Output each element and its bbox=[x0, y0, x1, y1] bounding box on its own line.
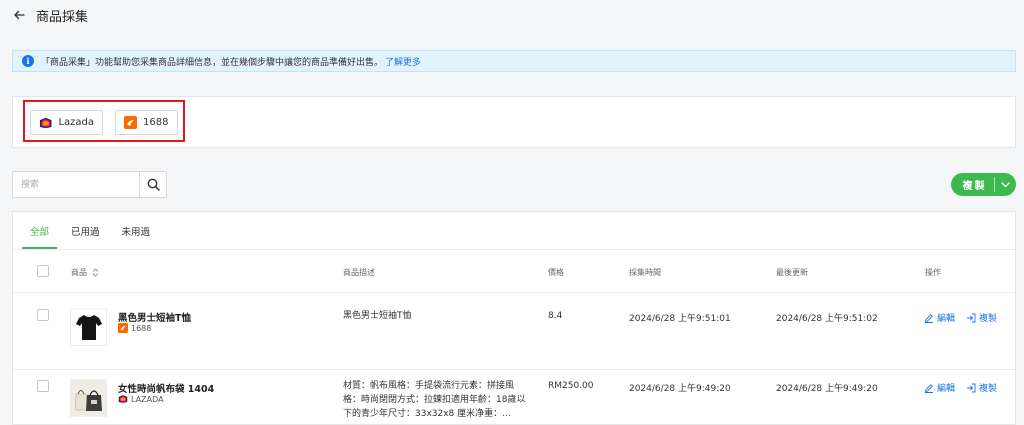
banner-text: 「商品采集」功能幫助您采集商品詳細信息，並在幾個步驟中讓您的商品準備好出售。 bbox=[41, 57, 384, 68]
tab-all[interactable]: 全部 bbox=[22, 224, 58, 249]
product-price: 8.4 bbox=[548, 311, 563, 321]
tab-unused[interactable]: 未用過 bbox=[114, 224, 159, 249]
row-checkbox[interactable] bbox=[37, 380, 49, 392]
back-arrow-icon[interactable] bbox=[12, 8, 26, 22]
product-description: 材質：帆布風格：手提袋流行元素：拼接風格：時尚閉閉方式：拉鍊扣適用年齡：18歲以… bbox=[343, 381, 526, 419]
source-label-lazada: Lazada bbox=[58, 117, 94, 128]
select-all-checkbox[interactable] bbox=[37, 265, 49, 277]
column-header-actions: 操作 bbox=[925, 268, 941, 277]
search-button[interactable] bbox=[139, 172, 166, 197]
row-divider bbox=[13, 369, 1015, 370]
column-header-product[interactable]: 商品 bbox=[71, 267, 99, 278]
copy-dropdown-button[interactable] bbox=[995, 173, 1016, 196]
info-banner: i 「商品采集」功能幫助您采集商品詳細信息，並在幾個步驟中讓您的商品準備好出售。… bbox=[12, 50, 1016, 72]
copy-row-button[interactable]: 複製 bbox=[966, 311, 997, 324]
source-panel: Lazada 1688 bbox=[12, 96, 1016, 148]
column-header-updated: 最後更新 bbox=[776, 268, 808, 277]
product-source-label: LAZADA bbox=[131, 394, 164, 404]
lazada-logo-icon bbox=[39, 117, 52, 128]
product-description: 黑色男士短袖T恤 bbox=[343, 311, 412, 321]
product-price: RM250.00 bbox=[548, 381, 594, 391]
copy-button[interactable]: 複製 bbox=[951, 173, 994, 196]
updated-time: 2024/6/28 上午9:51:02 bbox=[776, 314, 878, 324]
product-name[interactable]: 女性時尚帆布袋 1404 bbox=[118, 381, 214, 395]
canvas-bag-image bbox=[71, 380, 106, 416]
column-header-collected: 採集時間 bbox=[629, 268, 661, 277]
sort-icon bbox=[92, 268, 99, 277]
column-header-description: 商品描述 bbox=[343, 268, 375, 277]
product-name[interactable]: 黑色男士短袖T恤 bbox=[118, 310, 191, 324]
copy-label: 複製 bbox=[979, 314, 998, 324]
source-button-lazada[interactable]: Lazada bbox=[30, 110, 103, 135]
row-checkbox[interactable] bbox=[37, 309, 49, 321]
tab-divider bbox=[13, 249, 1015, 250]
edit-label: 編輯 bbox=[937, 384, 956, 394]
column-header-price: 價格 bbox=[548, 268, 564, 277]
copy-row-button[interactable]: 複製 bbox=[966, 381, 997, 394]
product-source: 1688 bbox=[118, 323, 151, 333]
edit-icon bbox=[924, 383, 933, 393]
logo-1688-icon bbox=[118, 323, 128, 333]
learn-more-link[interactable]: 了解更多 bbox=[385, 55, 421, 68]
product-source: LAZADA bbox=[118, 394, 164, 404]
edit-button[interactable]: 編輯 bbox=[924, 311, 955, 324]
copy-label: 複製 bbox=[979, 384, 998, 394]
filter-tabs: 全部 已用過 未用過 bbox=[22, 224, 164, 249]
page-header: 商品採集 bbox=[0, 0, 1024, 30]
collected-time: 2024/6/28 上午9:51:01 bbox=[629, 314, 731, 324]
header-divider bbox=[13, 292, 1015, 293]
product-table-card: 全部 已用過 未用過 商品 商品描述 價格 採集時間 最後更新 操作 黑色男士短… bbox=[12, 211, 1016, 425]
product-thumbnail bbox=[70, 308, 107, 346]
source-label-1688: 1688 bbox=[143, 117, 169, 128]
column-label-product: 商品 bbox=[71, 268, 87, 277]
search-box bbox=[12, 171, 167, 198]
edit-label: 編輯 bbox=[937, 314, 956, 324]
logo-1688-icon bbox=[124, 116, 137, 129]
copy-arrow-icon bbox=[967, 383, 976, 392]
tshirt-image bbox=[75, 315, 102, 340]
source-button-1688[interactable]: 1688 bbox=[115, 110, 178, 135]
lazada-logo-icon bbox=[118, 395, 128, 403]
copy-split-button: 複製 bbox=[951, 173, 1016, 196]
info-icon: i bbox=[22, 55, 34, 67]
chevron-down-icon bbox=[1001, 181, 1010, 187]
product-source-label: 1688 bbox=[131, 323, 152, 333]
product-thumbnail bbox=[70, 379, 107, 417]
search-input[interactable] bbox=[13, 172, 139, 197]
edit-icon bbox=[924, 313, 933, 323]
search-icon bbox=[147, 178, 160, 191]
page-title: 商品採集 bbox=[36, 9, 89, 25]
edit-button[interactable]: 編輯 bbox=[924, 381, 955, 394]
copy-arrow-icon bbox=[967, 313, 976, 322]
collected-time: 2024/6/28 上午9:49:20 bbox=[629, 384, 731, 394]
tab-used[interactable]: 已用過 bbox=[63, 224, 108, 249]
updated-time: 2024/6/28 上午9:49:20 bbox=[776, 384, 878, 394]
